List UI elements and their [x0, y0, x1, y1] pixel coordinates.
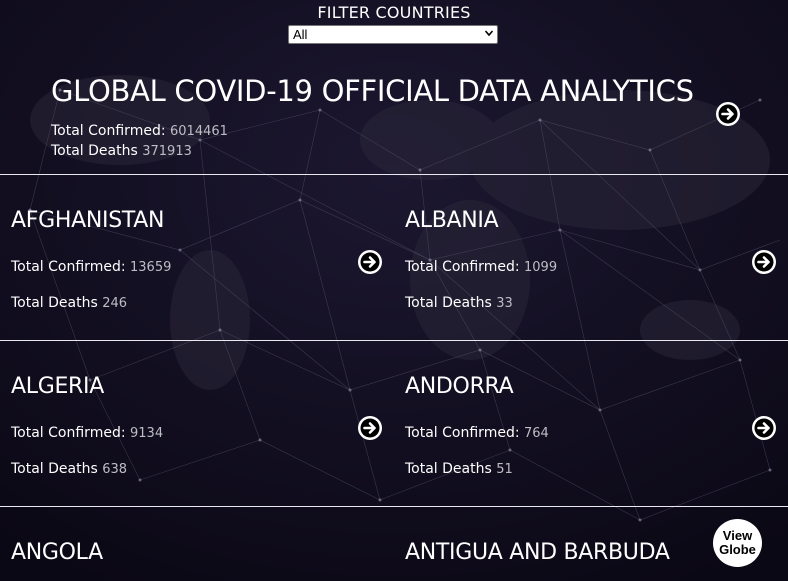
- global-confirmed: Total Confirmed: 6014461: [51, 123, 228, 139]
- global-title: GLOBAL COVID-19 OFFICIAL DATA ANALYTICS: [51, 74, 694, 108]
- page: FILTER COUNTRIES All GLOBAL COVID-19 OFF…: [0, 0, 788, 581]
- afghanistan-detail-button[interactable]: [358, 250, 382, 274]
- country-name-afghanistan: AFGHANISTAN: [11, 208, 165, 233]
- filter-title: FILTER COUNTRIES: [317, 3, 471, 22]
- country-name-antigua-and-barbuda: ANTIGUA AND BARBUDA: [405, 540, 670, 565]
- arrow-circle-right-icon: [360, 418, 380, 438]
- deaths-value: 33: [496, 296, 513, 311]
- algeria-detail-button[interactable]: [358, 416, 382, 440]
- global-deaths: Total Deaths 371913: [51, 143, 192, 159]
- arrow-circle-right-icon: [754, 252, 774, 272]
- global-confirmed-label: Total Confirmed:: [51, 123, 166, 139]
- algeria-deaths: Total Deaths 638: [11, 461, 127, 477]
- algeria-confirmed: Total Confirmed: 9134: [11, 425, 163, 441]
- country-name-algeria: ALGERIA: [11, 374, 104, 399]
- confirmed-label: Total Confirmed:: [405, 425, 520, 441]
- albania-deaths: Total Deaths 33: [405, 295, 513, 311]
- section-divider: [0, 340, 788, 341]
- andorra-deaths: Total Deaths 51: [405, 461, 513, 477]
- view-globe-line1: View: [722, 528, 753, 543]
- view-globe-button[interactable]: View Globe: [713, 519, 762, 567]
- arrow-circle-right-icon: [360, 252, 380, 272]
- arrow-circle-right-icon: [754, 418, 774, 438]
- global-confirmed-value: 6014461: [170, 124, 228, 139]
- andorra-confirmed: Total Confirmed: 764: [405, 425, 549, 441]
- global-deaths-label: Total Deaths: [51, 143, 138, 159]
- confirmed-value: 764: [524, 426, 549, 441]
- deaths-label: Total Deaths: [11, 295, 98, 311]
- deaths-label: Total Deaths: [405, 295, 492, 311]
- global-deaths-value: 371913: [142, 144, 192, 159]
- global-detail-button[interactable]: [716, 102, 740, 126]
- afghanistan-deaths: Total Deaths 246: [11, 295, 127, 311]
- country-name-andorra: ANDORRA: [405, 374, 514, 399]
- section-divider: [0, 174, 788, 175]
- confirmed-label: Total Confirmed:: [11, 259, 126, 275]
- deaths-value: 51: [496, 462, 513, 477]
- confirmed-value: 9134: [130, 426, 164, 441]
- confirmed-label: Total Confirmed:: [405, 259, 520, 275]
- albania-confirmed: Total Confirmed: 1099: [405, 259, 557, 275]
- confirmed-value: 13659: [130, 260, 172, 275]
- country-filter-select[interactable]: All: [288, 25, 498, 44]
- deaths-label: Total Deaths: [405, 461, 492, 477]
- confirmed-value: 1099: [524, 260, 558, 275]
- albania-detail-button[interactable]: [752, 250, 776, 274]
- andorra-detail-button[interactable]: [752, 416, 776, 440]
- chevron-down-icon: [485, 30, 493, 37]
- confirmed-label: Total Confirmed:: [11, 425, 126, 441]
- country-name-angola: ANGOLA: [11, 540, 103, 565]
- deaths-value: 246: [102, 296, 128, 311]
- filter-selected-value: All: [293, 27, 308, 42]
- deaths-value: 638: [102, 462, 128, 477]
- section-divider: [0, 506, 788, 507]
- afghanistan-confirmed: Total Confirmed: 13659: [11, 259, 171, 275]
- deaths-label: Total Deaths: [11, 461, 98, 477]
- arrow-circle-right-icon: [718, 104, 738, 124]
- view-globe-line2: Globe: [719, 542, 756, 557]
- country-name-albania: ALBANIA: [405, 208, 499, 233]
